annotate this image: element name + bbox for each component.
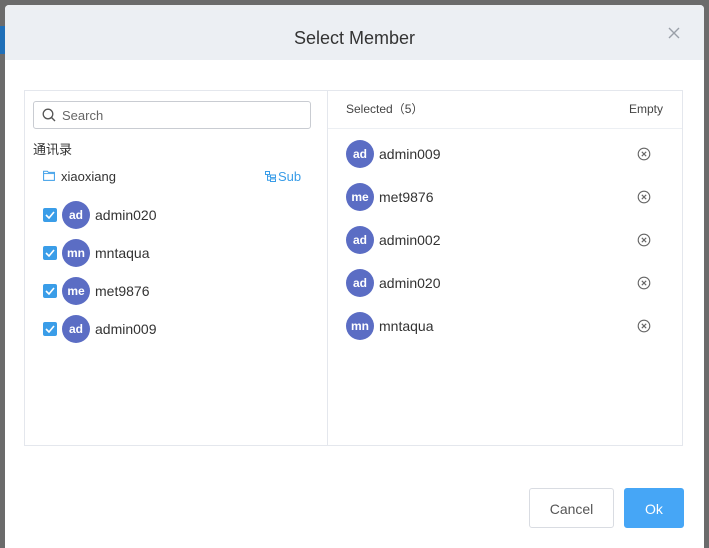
avatar: mn (346, 312, 374, 340)
directory-member-row[interactable]: mn mntaqua (25, 238, 327, 268)
avatar: ad (346, 269, 374, 297)
selected-member-row: ad admin020 (328, 268, 682, 298)
avatar: ad (346, 140, 374, 168)
check-icon (45, 287, 55, 295)
search-input[interactable] (62, 106, 302, 124)
directory-member-row[interactable]: ad admin009 (25, 314, 327, 344)
search-icon (42, 108, 56, 122)
member-name: admin009 (95, 321, 157, 337)
dialog-header: Select Member (5, 5, 704, 60)
folder-icon (43, 170, 55, 181)
close-icon[interactable] (667, 26, 681, 40)
directory-pane: 通讯录 xiaoxiang Sub (25, 91, 328, 445)
member-name: admin020 (95, 207, 157, 223)
member-picker-panel: 通讯录 xiaoxiang Sub (24, 90, 683, 446)
member-name: met9876 (95, 283, 150, 299)
member-name: admin020 (379, 275, 441, 291)
department-name: xiaoxiang (61, 169, 116, 184)
remove-circle-icon[interactable] (637, 319, 651, 333)
dialog-title: Select Member (293, 28, 416, 48)
sub-department-link[interactable]: Sub (265, 168, 301, 186)
member-name: admin002 (379, 232, 441, 248)
selected-member-row: mn mntaqua (328, 311, 682, 341)
avatar: ad (62, 201, 90, 229)
member-checkbox[interactable] (43, 284, 57, 298)
avatar: ad (62, 315, 90, 343)
check-icon (45, 211, 55, 219)
member-name: met9876 (379, 189, 434, 205)
avatar: ad (346, 226, 374, 254)
department-row[interactable]: xiaoxiang Sub (25, 167, 327, 187)
member-checkbox[interactable] (43, 246, 57, 260)
avatar: me (346, 183, 374, 211)
selected-member-row: me met9876 (328, 182, 682, 212)
remove-circle-icon[interactable] (637, 233, 651, 247)
member-checkbox[interactable] (43, 322, 57, 336)
cancel-button[interactable]: Cancel (529, 488, 614, 528)
ok-button[interactable]: Ok (624, 488, 684, 528)
check-icon (45, 325, 55, 333)
remove-circle-icon[interactable] (637, 190, 651, 204)
avatar: mn (62, 239, 90, 267)
selected-count-label: Selected（5） (346, 102, 424, 116)
selected-pane: Selected（5） Empty ad admin009 me met9876 (328, 91, 682, 445)
search-box[interactable] (33, 101, 311, 129)
remove-circle-icon[interactable] (637, 276, 651, 290)
remove-circle-icon[interactable] (637, 147, 651, 161)
sub-label: Sub (278, 169, 302, 184)
member-name: admin009 (379, 146, 441, 162)
member-name: mntaqua (95, 245, 150, 261)
directory-section-label: 通讯录 (33, 142, 73, 157)
selected-member-row: ad admin009 (328, 139, 682, 169)
directory-member-row[interactable]: ad admin020 (25, 200, 327, 230)
selected-member-row: ad admin002 (328, 225, 682, 255)
member-name: mntaqua (379, 318, 434, 334)
selected-header: Selected（5） Empty (328, 91, 682, 129)
directory-member-row[interactable]: me met9876 (25, 276, 327, 306)
sub-tree-icon (265, 171, 276, 182)
empty-selection-button[interactable]: Empty (629, 102, 663, 116)
select-member-dialog: Select Member 通讯录 xiaoxiang (5, 5, 704, 548)
check-icon (45, 249, 55, 257)
avatar: me (62, 277, 90, 305)
member-checkbox[interactable] (43, 208, 57, 222)
